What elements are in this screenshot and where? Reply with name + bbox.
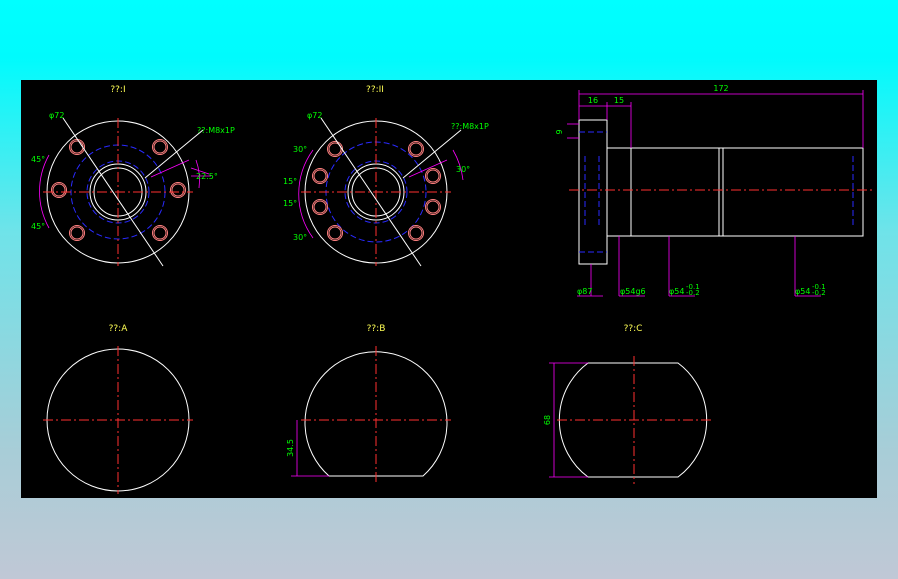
dim-section-c: 68 (543, 415, 552, 425)
angle-label: 30° (293, 233, 307, 242)
section-view-a: ??:A (43, 324, 193, 494)
flange-view-i: ??:I φ72 ??:M8x1P 45° 45° 22.5° (31, 85, 235, 267)
dim-bolt-circle: φ72 (307, 111, 322, 120)
bolt-hole (328, 226, 342, 240)
angle-label: 22.5° (196, 172, 218, 181)
view-label-b: ??:B (367, 324, 386, 334)
dim-tol-dia: φ54 (669, 287, 684, 296)
angle-label: 15° (283, 199, 297, 208)
leader-line (402, 129, 462, 179)
angle-label: 45° (31, 155, 45, 164)
angle-label: 30° (293, 145, 307, 154)
dim-bolt-circle: φ72 (49, 111, 64, 120)
view-label-a: ??:A (109, 324, 129, 334)
dim-section-b: 34.5 (286, 439, 295, 457)
flange-view-ii: ??:II φ72 ??:M8x1P 30° 15° 15° 30° 30° (283, 85, 489, 267)
dim-tol-lower: -0.2 (812, 289, 826, 297)
dim-flange-dia: φ87 (577, 287, 592, 296)
bolt-hole (153, 140, 167, 154)
dim-step-length: 15 (614, 96, 624, 105)
section-view-c: ??:C 68 (543, 324, 711, 484)
dim-thickness: 9 (555, 129, 564, 134)
angle-label: 30° (456, 165, 470, 174)
shaft-section-2 (722, 147, 864, 237)
thread-callout: ??:M8x1P (197, 126, 235, 135)
bolt-hole (153, 226, 167, 240)
bolt-hole (426, 200, 440, 214)
shaft-section-1 (630, 147, 720, 237)
bolt-hole (70, 226, 84, 240)
view-label-c: ??:C (624, 324, 643, 334)
bolt-hole (70, 140, 84, 154)
leader-line (144, 129, 204, 179)
groove (718, 147, 724, 237)
flange-body (578, 119, 608, 265)
bolt-hole (313, 200, 327, 214)
section-view-b: ??:B 34.5 (286, 324, 451, 484)
bolt-hole (313, 169, 327, 183)
dim-tol-lower: -0.2 (686, 289, 700, 297)
view-label-i: ??:I (110, 85, 125, 95)
cad-drawing-canvas: ??:I φ72 ??:M8x1P 45° 45° 22.5° ??:II φ7… (21, 80, 877, 498)
view-label-ii: ??:II (366, 85, 384, 95)
step-body (606, 147, 632, 237)
bolt-hole (171, 183, 185, 197)
dim-tol-dia: φ54 (795, 287, 810, 296)
bolt-hole (426, 169, 440, 183)
angle-label: 15° (283, 177, 297, 186)
dim-flange-length: 16 (588, 96, 598, 105)
dim-shaft-dia: φ54g6 (620, 287, 646, 296)
side-view: 172 16 15 9 φ87 φ54g6 φ54 -0.1 -0.2 φ54 … (555, 84, 873, 297)
bolt-hole (409, 226, 423, 240)
angle-label: 45° (31, 222, 45, 231)
thread-callout: ??:M8x1P (451, 122, 489, 131)
bolt-hole (52, 183, 66, 197)
dim-overall-length: 172 (713, 84, 728, 93)
bolt-hole (409, 142, 423, 156)
